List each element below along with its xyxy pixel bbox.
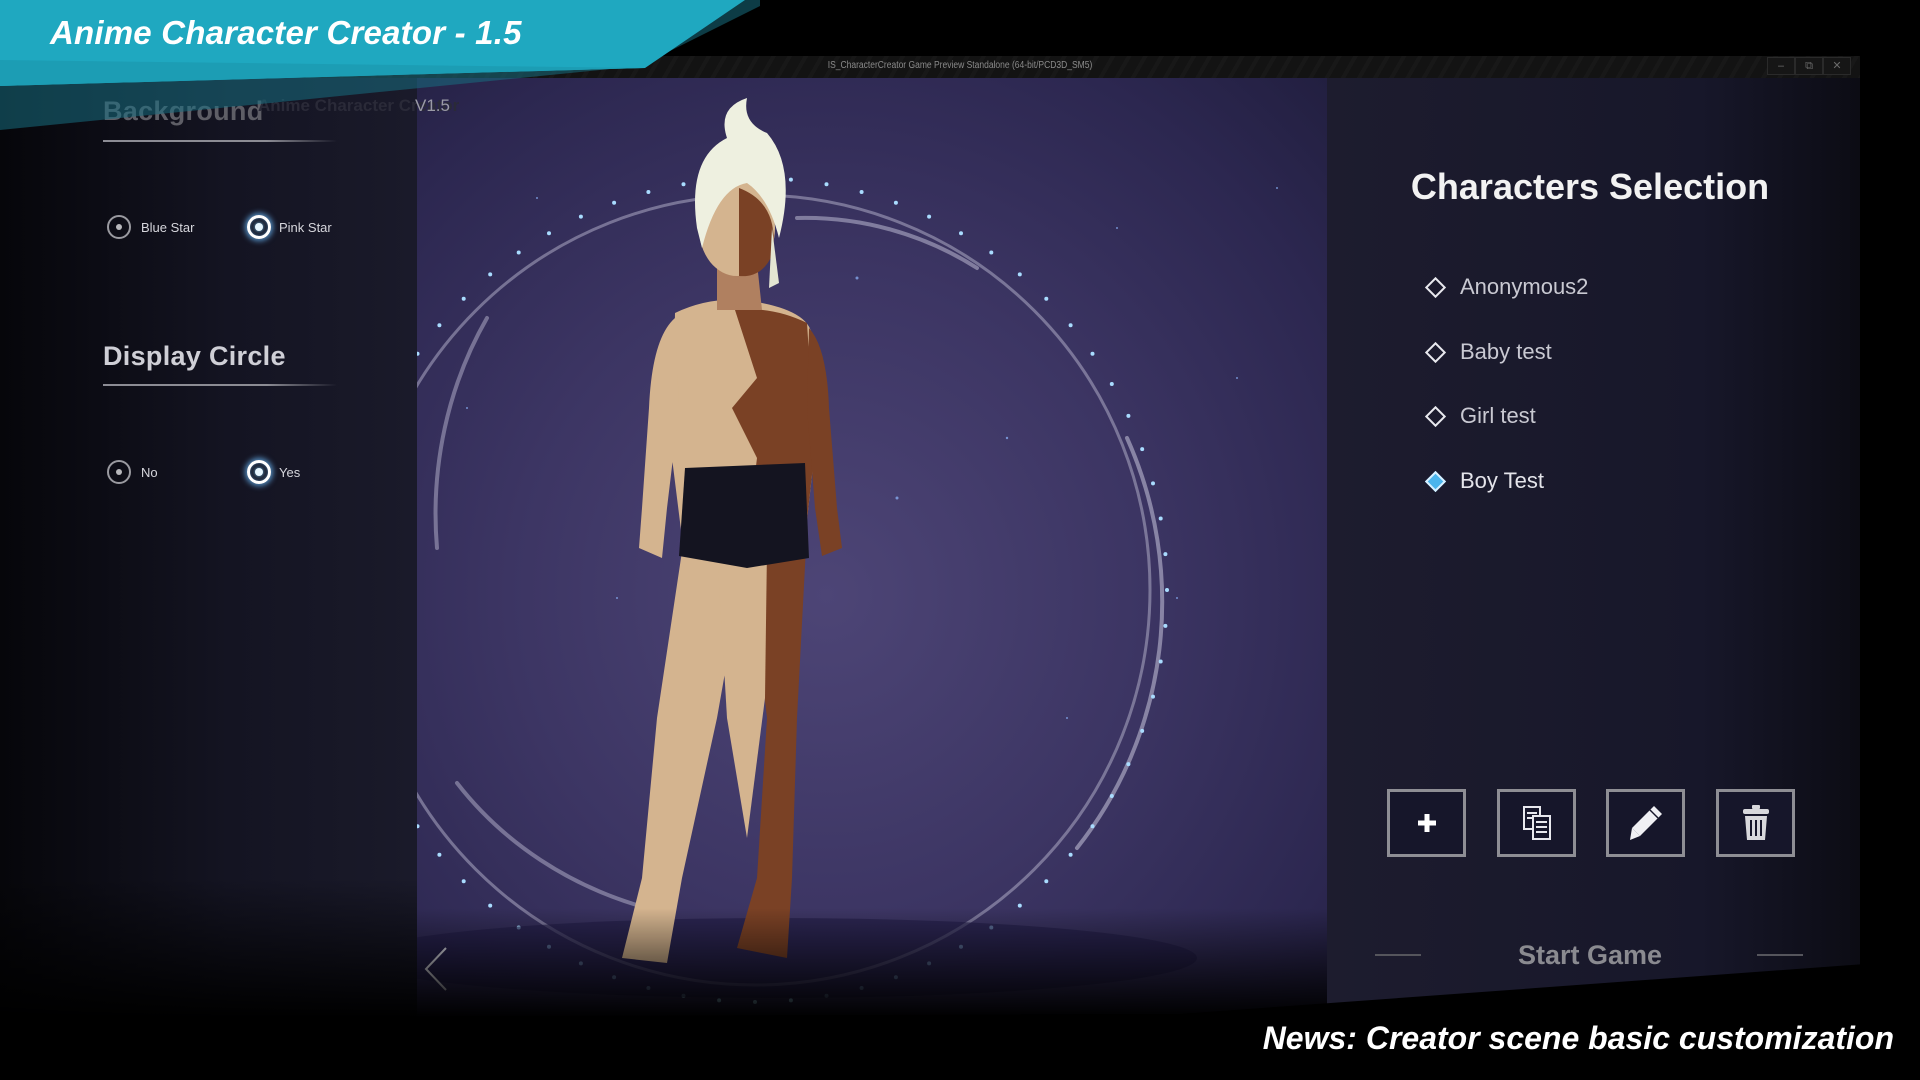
radio-label: Blue Star (141, 219, 195, 235)
radio-button[interactable] (107, 215, 131, 239)
display-circle-section-title: Display Circle (103, 341, 286, 371)
character-item[interactable]: Anonymous2 (1420, 272, 1588, 302)
ring-dot (417, 824, 420, 829)
radio-button[interactable] (107, 460, 131, 484)
ring-dot (1151, 481, 1155, 486)
ring-dot (1140, 447, 1145, 452)
banner-title: Anime Character Creator - 1.5 (50, 14, 522, 51)
star-field (466, 157, 1278, 719)
ring-dot (824, 182, 829, 187)
diamond-icon (1424, 276, 1447, 298)
background-divider (103, 140, 337, 142)
characters-title: Characters Selection (1410, 166, 1770, 207)
ring-dot (547, 944, 551, 949)
start-decor-line-right (1757, 954, 1803, 956)
character-name: Baby test (1460, 339, 1552, 364)
ring-dot (1140, 728, 1145, 733)
ring-dot (1090, 824, 1095, 829)
display-circle-divider (103, 384, 337, 386)
character-name: Boy Test (1460, 468, 1544, 493)
characters-panel (1327, 78, 1860, 1018)
add-character-button[interactable] (1387, 789, 1466, 857)
radio-dot (255, 223, 263, 231)
ring-dot (1163, 623, 1168, 628)
ring-dot (488, 272, 493, 277)
copy-icon (1522, 806, 1551, 840)
radio-dot (255, 468, 263, 476)
trash-icon (1742, 805, 1769, 840)
radio-pink-star[interactable]: Pink Star (247, 215, 332, 239)
close-button[interactable]: ✕ (1823, 57, 1851, 75)
minimize-button[interactable]: ‒ (1767, 57, 1795, 75)
ring-dot (646, 190, 651, 194)
duplicate-character-button[interactable] (1497, 789, 1576, 857)
ring-dot (859, 190, 864, 194)
ring-dot (547, 231, 551, 236)
character-name: Girl test (1460, 403, 1536, 428)
ring-dot (437, 852, 442, 857)
ring-dot (959, 231, 963, 236)
pencil-icon (1629, 806, 1662, 840)
ring-dot (612, 200, 617, 205)
restore-button[interactable]: ⧉ (1795, 57, 1823, 75)
ring-dot (788, 177, 793, 182)
ring-dot (488, 903, 493, 908)
character-model[interactable] (622, 98, 842, 963)
edit-character-button[interactable] (1606, 789, 1685, 857)
character-item-selected[interactable]: Boy Test (1420, 466, 1544, 496)
diamond-filled-icon (1424, 470, 1447, 492)
radio-no[interactable]: No (107, 460, 158, 484)
ring-dot (1109, 794, 1114, 798)
character-item[interactable]: Baby test (1420, 337, 1552, 367)
settings-panel (0, 78, 417, 1018)
radio-label: Pink Star (279, 219, 332, 235)
delete-character-button[interactable] (1716, 789, 1795, 857)
ring-dot (461, 296, 466, 301)
radio-yes[interactable]: Yes (247, 460, 300, 484)
ring-dot (1068, 852, 1073, 857)
ring-dot (959, 944, 963, 949)
ring-dot (989, 925, 994, 930)
radio-dot (116, 469, 122, 475)
ring-dot (1044, 296, 1049, 301)
ring-dot (1068, 323, 1073, 328)
plus-icon (1417, 814, 1436, 832)
ring-dot (1158, 516, 1163, 521)
ring-dot (1090, 351, 1095, 356)
ring-dot (1126, 762, 1131, 767)
ring-dot (1017, 272, 1022, 277)
ring-dot (1165, 588, 1169, 592)
radio-dot (116, 224, 122, 230)
ring-dot (927, 214, 932, 219)
character-viewport[interactable] (417, 78, 1327, 1018)
ring-dot (1158, 659, 1163, 664)
radio-label: Yes (279, 464, 301, 480)
radio-label: No (141, 464, 158, 480)
ring-dot (516, 925, 521, 930)
scene-svg (417, 98, 1278, 1004)
ring-dot (1109, 382, 1114, 386)
ring-dot (437, 323, 442, 328)
character-name: Anonymous2 (1460, 274, 1589, 299)
ring-dot (1151, 694, 1155, 699)
ring-dot (461, 879, 466, 884)
ring-dot (1126, 413, 1131, 418)
character-item[interactable]: Girl test (1420, 401, 1536, 431)
ring-dot (516, 250, 521, 255)
radio-button-selected[interactable] (247, 460, 271, 484)
radio-button-selected[interactable] (247, 215, 271, 239)
ring-dot (989, 250, 994, 255)
ring-dot (1017, 903, 1022, 908)
diamond-icon (1424, 341, 1447, 363)
diamond-icon (1424, 405, 1447, 427)
news-caption: News: Creator scene basic customization (1262, 1020, 1894, 1056)
ring-dot (681, 182, 686, 187)
ring-dot (893, 200, 898, 205)
ring-dot (1163, 552, 1168, 557)
ring-dot (1044, 879, 1049, 884)
radio-blue-star[interactable]: Blue Star (107, 215, 194, 239)
ring-dot (578, 214, 583, 219)
ring-dot (417, 351, 420, 356)
